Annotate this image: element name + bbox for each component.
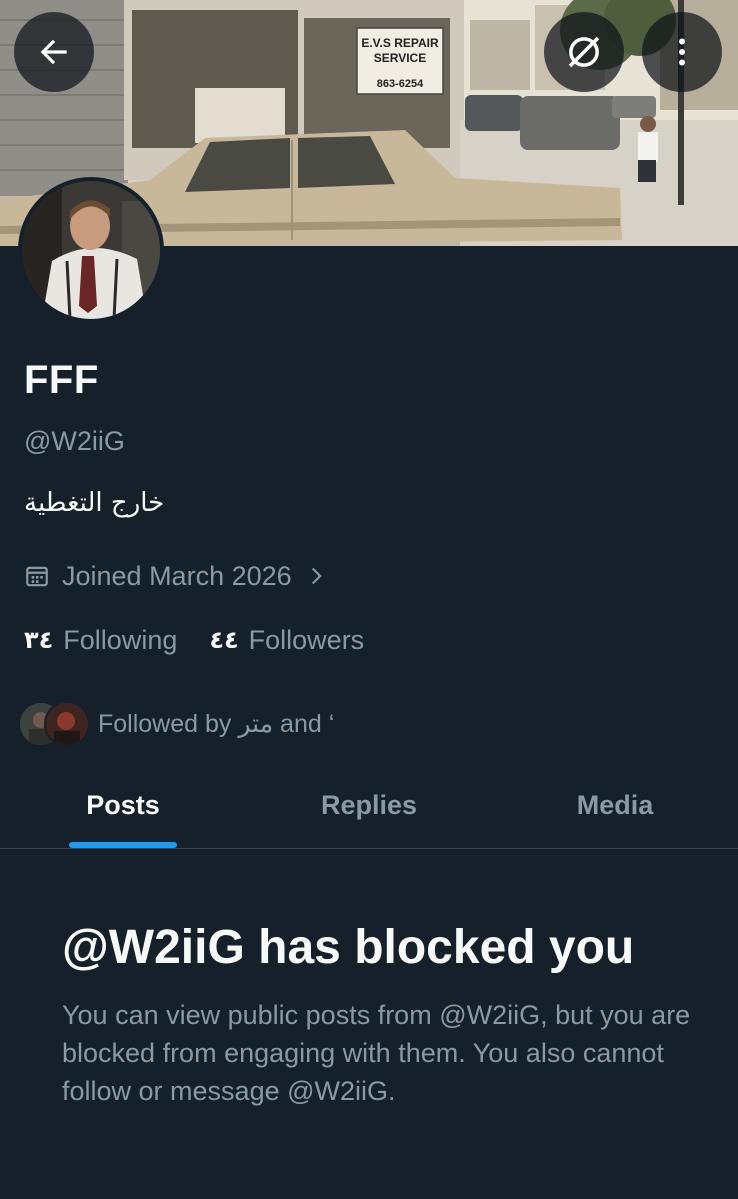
following-count: ٣٤: [24, 626, 54, 654]
tab-posts[interactable]: Posts: [0, 762, 246, 848]
profile-tabs: Posts Replies Media: [0, 762, 738, 849]
profile-avatar[interactable]: [18, 177, 164, 323]
eye-slash-icon: [568, 36, 600, 68]
avatar-image: [22, 181, 160, 319]
following-link[interactable]: ٣٤ Following: [24, 625, 177, 656]
followed-by-text: Followed by متر and ‘: [98, 710, 335, 738]
profile-bio: خارج التغطية: [24, 488, 165, 518]
display-name: FFF: [24, 358, 99, 402]
more-vertical-icon: [679, 38, 685, 66]
tab-replies[interactable]: Replies: [246, 762, 492, 848]
hide-profile-button[interactable]: [544, 12, 624, 92]
user-handle: @W2iiG: [24, 426, 125, 456]
chevron-right-icon: [311, 567, 322, 585]
joined-date: Joined March 2026: [62, 560, 292, 591]
active-tab-indicator: [69, 842, 177, 848]
blocked-title: @W2iiG has blocked you: [62, 921, 635, 974]
blocked-message: You can view public posts from @W2iiG, b…: [62, 1000, 691, 1106]
mutual-avatars: [18, 700, 90, 748]
joined-date-row[interactable]: Joined March 2026: [24, 558, 326, 594]
follow-stats: ٣٤ Following ٤٤ Followers: [24, 621, 396, 659]
followers-link[interactable]: ٤٤ Followers: [209, 625, 364, 656]
sign-line1: E.V.S REPAIR: [361, 36, 439, 50]
back-button[interactable]: [14, 12, 94, 92]
sign-line2: SERVICE: [374, 51, 426, 65]
tab-media[interactable]: Media: [492, 762, 738, 848]
arrow-left-icon: [40, 39, 67, 65]
mutual-avatar: [44, 701, 90, 747]
followers-count: ٤٤: [209, 626, 239, 654]
more-options-button[interactable]: [642, 12, 722, 92]
sign-phone: 863-6254: [377, 78, 424, 90]
following-label: Following: [63, 624, 178, 655]
followed-by-row[interactable]: Followed by متر and ‘: [18, 700, 334, 748]
calendar-icon: [26, 566, 48, 587]
followers-label: Followers: [248, 624, 365, 655]
